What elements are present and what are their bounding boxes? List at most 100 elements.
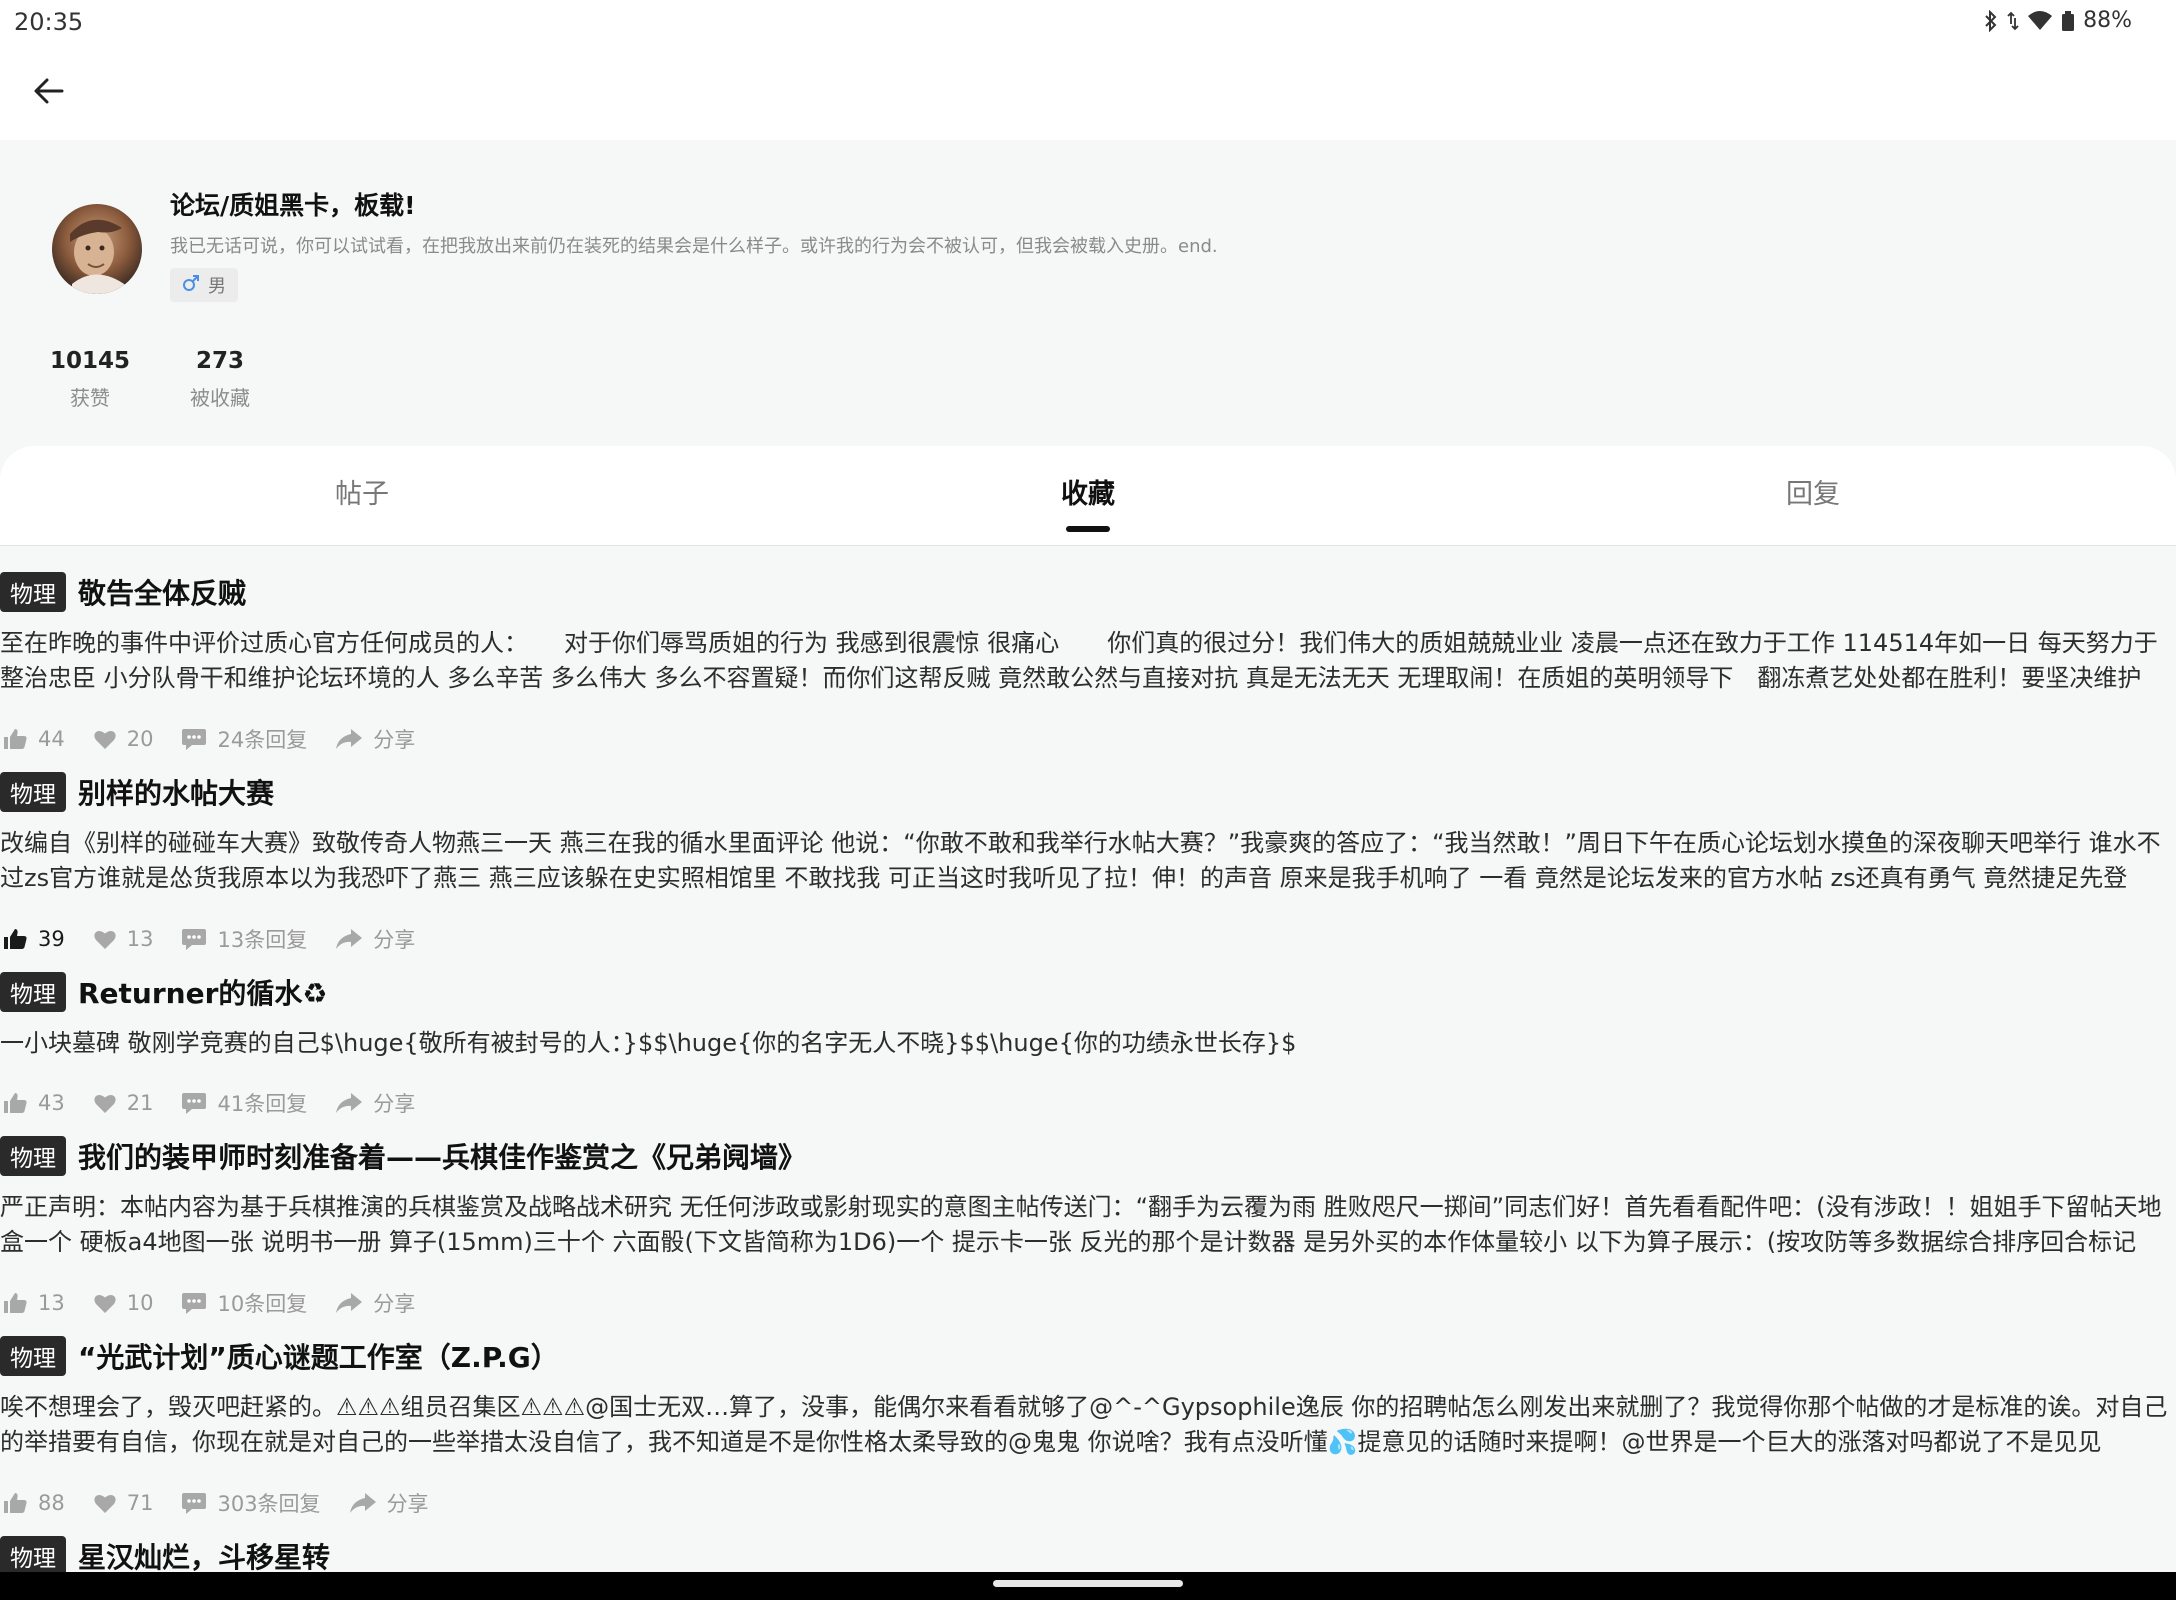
like-count: 39: [38, 927, 65, 951]
post-excerpt: 严正声明：本帖内容为基于兵棋推演的兵棋鉴赏及战略战术研究 无任何涉政或影射现实的…: [0, 1193, 2162, 1256]
comment-icon: [181, 727, 207, 751]
stat-label: 被收藏: [190, 386, 251, 410]
like-button[interactable]: 39: [2, 927, 65, 951]
bluetooth-icon: [1983, 9, 1999, 32]
favorite-count: 10: [126, 1291, 154, 1315]
comment-icon: [181, 927, 207, 951]
list-item[interactable]: 物理 别样的水帖大赛 改编自《别样的碰碰车大赛》致敬传奇人物燕三一天 燕三在我的…: [0, 758, 2176, 958]
post-header: 物理 Returner的循水♻: [0, 972, 328, 1012]
list-item[interactable]: 物理 敬告全体反贼 至在昨晚的事件中评价过质心官方任何成员的人： 对于你们辱骂质…: [0, 558, 2176, 758]
share-arrow-icon: [335, 1292, 363, 1314]
reply-count: 303条回复: [217, 1492, 321, 1516]
share-button[interactable]: 分享: [335, 1288, 415, 1318]
stat-value: 273: [196, 348, 245, 374]
share-button[interactable]: 分享: [335, 1088, 415, 1118]
like-count: 44: [38, 727, 65, 751]
favorite-count: 21: [126, 1091, 154, 1115]
list-item-partial[interactable]: 物理 星汉灿烂，斗移星转: [0, 1536, 330, 1576]
wifi-icon: [2027, 10, 2053, 32]
like-count: 13: [38, 1291, 65, 1315]
category-tag: 物理: [0, 1336, 66, 1376]
post-actions: 39 13 13条回复 分享: [2, 924, 443, 954]
tab-replies[interactable]: 回复: [1786, 472, 1840, 511]
share-arrow-icon: [335, 728, 363, 750]
like-button[interactable]: 88: [2, 1491, 65, 1515]
reply-button[interactable]: 10条回复: [181, 1288, 307, 1318]
profile-name: 论坛/质姐黑卡，板载!: [170, 191, 416, 220]
profile-stats: 10145 获赞 273 被收藏: [50, 348, 250, 411]
status-icons: 88%: [1983, 8, 2132, 33]
back-button[interactable]: [26, 70, 72, 116]
gender-badge: 男: [170, 268, 238, 302]
list-item[interactable]: 物理 Returner的循水♻ 一小块墓碑 敬刚学竞赛的自己$\huge{敬所有…: [0, 958, 2176, 1122]
heart-icon: [93, 928, 117, 950]
favorite-count: 13: [126, 927, 154, 951]
favorite-button[interactable]: 20: [93, 727, 154, 751]
favorite-button[interactable]: 10: [93, 1291, 154, 1315]
reply-count: 41条回复: [217, 1092, 308, 1116]
share-label: 分享: [386, 1492, 429, 1516]
post-excerpt: 改编自《别样的碰碰车大赛》致敬传奇人物燕三一天 燕三在我的循水里面评论 他说：“…: [0, 829, 2161, 892]
like-button[interactable]: 13: [2, 1291, 65, 1315]
share-button[interactable]: 分享: [335, 924, 415, 954]
comment-icon: [181, 1291, 207, 1315]
favorite-button[interactable]: 71: [93, 1491, 153, 1515]
post-actions: 13 10 10条回复 分享: [2, 1288, 443, 1318]
favorites-feed: 物理 敬告全体反贼 至在昨晚的事件中评价过质心官方任何成员的人： 对于你们辱骂质…: [0, 558, 2176, 1522]
thumbs-up-icon: [2, 927, 28, 951]
share-button[interactable]: 分享: [349, 1488, 429, 1518]
heart-icon: [93, 1092, 117, 1114]
share-arrow-icon: [335, 1092, 363, 1114]
post-title: 别样的水帖大赛: [78, 777, 275, 810]
post-header: 物理 敬告全体反贼: [0, 572, 246, 612]
comment-icon: [181, 1091, 207, 1115]
heart-icon: [93, 1292, 117, 1314]
stat-favorited: 273 被收藏: [190, 348, 250, 411]
stat-likes: 10145 获赞: [50, 348, 130, 411]
favorite-count: 20: [126, 727, 154, 751]
reply-count: 24条回复: [217, 728, 308, 752]
list-item[interactable]: 物理 我们的装甲师时刻准备着——兵棋佳作鉴赏之《兄弟阋墙》 严正声明：本帖内容为…: [0, 1122, 2176, 1322]
home-gesture-handle[interactable]: [993, 1580, 1183, 1587]
tab-bar: 帖子 收藏 回复: [0, 446, 2176, 546]
post-excerpt: 至在昨晚的事件中评价过质心官方任何成员的人： 对于你们辱骂质姐的行为 我感到很震…: [0, 629, 2158, 692]
avatar[interactable]: [52, 204, 142, 294]
reply-button[interactable]: 41条回复: [181, 1088, 307, 1118]
reply-button[interactable]: 303条回复: [181, 1488, 321, 1518]
post-actions: 43 21 41条回复 分享: [2, 1088, 443, 1118]
share-button[interactable]: 分享: [335, 724, 415, 754]
post-excerpt: 唉不想理会了，毁灭吧赶紧的。⚠⚠⚠组员召集区⚠⚠⚠@国士无双…算了，没事，能偶尔…: [0, 1393, 2168, 1456]
data-arrows-icon: [2007, 10, 2019, 32]
tab-indicator: [1066, 526, 1110, 532]
share-arrow-icon: [349, 1492, 377, 1514]
tab-favorites[interactable]: 收藏: [1061, 472, 1115, 511]
battery-percent: 88%: [2083, 8, 2132, 33]
favorite-button[interactable]: 13: [93, 927, 154, 951]
battery-icon: [2061, 10, 2075, 32]
heart-icon: [93, 728, 117, 750]
reply-count: 13条回复: [217, 928, 308, 952]
like-button[interactable]: 44: [2, 727, 65, 751]
post-title: Returner的循水♻: [78, 977, 328, 1010]
like-count: 88: [38, 1491, 65, 1515]
category-tag: 物理: [0, 1136, 66, 1176]
post-actions: 88 71 303条回复 分享: [2, 1488, 457, 1518]
reply-button[interactable]: 24条回复: [181, 724, 307, 754]
post-actions: 44 20 24条回复 分享: [2, 724, 443, 754]
category-tag: 物理: [0, 572, 66, 612]
reply-button[interactable]: 13条回复: [181, 924, 307, 954]
profile-header: 论坛/质姐黑卡，板载! 我已无话可说，你可以试试看，在把我放出来前仍在装死的结果…: [0, 140, 2176, 446]
like-button[interactable]: 43: [2, 1091, 65, 1115]
post-title: 我们的装甲师时刻准备着——兵棋佳作鉴赏之《兄弟阋墙》: [78, 1141, 807, 1174]
arrow-left-icon: [32, 74, 66, 112]
reply-count: 10条回复: [217, 1292, 308, 1316]
comment-icon: [181, 1491, 207, 1515]
list-item[interactable]: 物理 “光武计划”质心谜题工作室（Z.P.G） 唉不想理会了，毁灭吧赶紧的。⚠⚠…: [0, 1322, 2176, 1522]
post-header: 物理 我们的装甲师时刻准备着——兵棋佳作鉴赏之《兄弟阋墙》: [0, 1136, 806, 1176]
share-arrow-icon: [335, 928, 363, 950]
gender-label: 男: [208, 276, 226, 297]
favorite-button[interactable]: 21: [93, 1091, 154, 1115]
thumbs-up-icon: [2, 1291, 28, 1315]
tab-posts[interactable]: 帖子: [335, 472, 389, 511]
share-label: 分享: [373, 1092, 416, 1116]
